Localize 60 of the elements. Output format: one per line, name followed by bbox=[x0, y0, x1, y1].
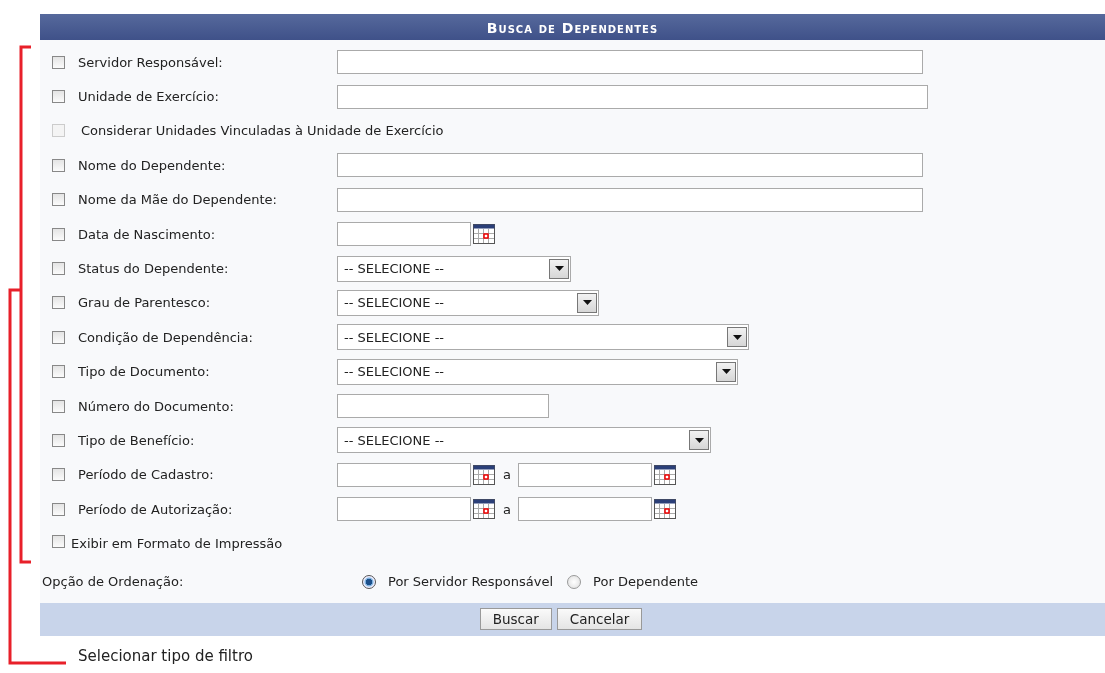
radio-button[interactable] bbox=[362, 574, 376, 589]
checkbox[interactable] bbox=[52, 90, 65, 104]
form-button[interactable]: Buscar bbox=[479, 608, 552, 631]
annotation-text: Selecionar tipo de filtro bbox=[78, 645, 254, 666]
field-label: Período de Cadastro: bbox=[78, 467, 215, 483]
field-label: Data de Nascimento: bbox=[78, 226, 217, 242]
panel-title: Busca de Dependentes bbox=[40, 14, 1105, 40]
date-field[interactable] bbox=[337, 462, 471, 487]
dropdown[interactable]: -- SELECIONE -- bbox=[337, 427, 711, 454]
checkbox[interactable] bbox=[52, 227, 65, 241]
calendar-icon[interactable] bbox=[653, 499, 676, 520]
calendar-icon[interactable] bbox=[473, 224, 495, 245]
text-field[interactable] bbox=[337, 84, 928, 109]
field-label: Condição de Dependência: bbox=[78, 329, 254, 345]
checkbox-label: Exibir em Formato de Impressão bbox=[71, 536, 283, 552]
field-label: Nome da Mãe do Dependente: bbox=[78, 192, 278, 208]
checkbox[interactable] bbox=[52, 296, 65, 310]
checkbox[interactable] bbox=[52, 468, 65, 482]
checkbox-label: Considerar Unidades Vinculadas à Unidade de Exercício bbox=[81, 123, 444, 139]
field-label: Grau de Parentesco: bbox=[78, 295, 211, 311]
field-label: Unidade de Exercício: bbox=[78, 89, 220, 105]
checkbox[interactable] bbox=[52, 262, 65, 276]
range-separator: a bbox=[503, 501, 511, 517]
checkbox[interactable] bbox=[52, 535, 65, 549]
date-field[interactable] bbox=[337, 497, 471, 522]
dropdown[interactable]: -- SELECIONE -- bbox=[337, 289, 599, 316]
checkbox[interactable] bbox=[52, 434, 65, 447]
dropdown[interactable]: -- SELECIONE -- bbox=[337, 255, 571, 282]
range-separator: a bbox=[503, 467, 511, 483]
checkbox[interactable] bbox=[52, 502, 65, 516]
checkbox[interactable] bbox=[52, 158, 65, 172]
text-field[interactable] bbox=[337, 187, 923, 212]
calendar-icon[interactable] bbox=[653, 464, 676, 485]
field-label: Servidor Responsável: bbox=[78, 54, 224, 70]
date-field[interactable] bbox=[517, 462, 652, 487]
calendar-icon[interactable] bbox=[473, 499, 495, 520]
field-label: Tipo de Benefício: bbox=[78, 433, 196, 448]
radio-label: Por Dependente bbox=[593, 574, 698, 590]
field-label: Tipo de Documento: bbox=[78, 364, 211, 380]
checkbox[interactable] bbox=[52, 193, 65, 207]
field-label: Número do Documento: bbox=[78, 398, 235, 414]
dropdown[interactable]: -- SELECIONE -- bbox=[337, 358, 738, 385]
field-label: Opção de Ordenação: bbox=[42, 574, 185, 590]
checkbox[interactable] bbox=[52, 55, 65, 69]
checkbox[interactable] bbox=[52, 399, 65, 413]
radio-button[interactable] bbox=[567, 574, 582, 589]
date-field[interactable] bbox=[337, 222, 471, 247]
field-label: Período de Autorização: bbox=[78, 501, 234, 517]
calendar-icon[interactable] bbox=[473, 464, 495, 485]
checkbox[interactable] bbox=[52, 330, 65, 344]
form-button[interactable]: Cancelar bbox=[556, 608, 643, 631]
dropdown[interactable]: -- SELECIONE -- bbox=[337, 324, 749, 351]
field-label: Nome do Dependente: bbox=[78, 157, 227, 173]
field-label: Status do Dependente: bbox=[78, 261, 230, 277]
text-field[interactable] bbox=[337, 50, 923, 75]
text-field[interactable] bbox=[337, 153, 923, 178]
radio-label: Por Servidor Responsável bbox=[388, 574, 554, 590]
text-field[interactable] bbox=[337, 394, 549, 419]
date-field[interactable] bbox=[517, 497, 652, 522]
checkbox[interactable] bbox=[52, 365, 65, 379]
